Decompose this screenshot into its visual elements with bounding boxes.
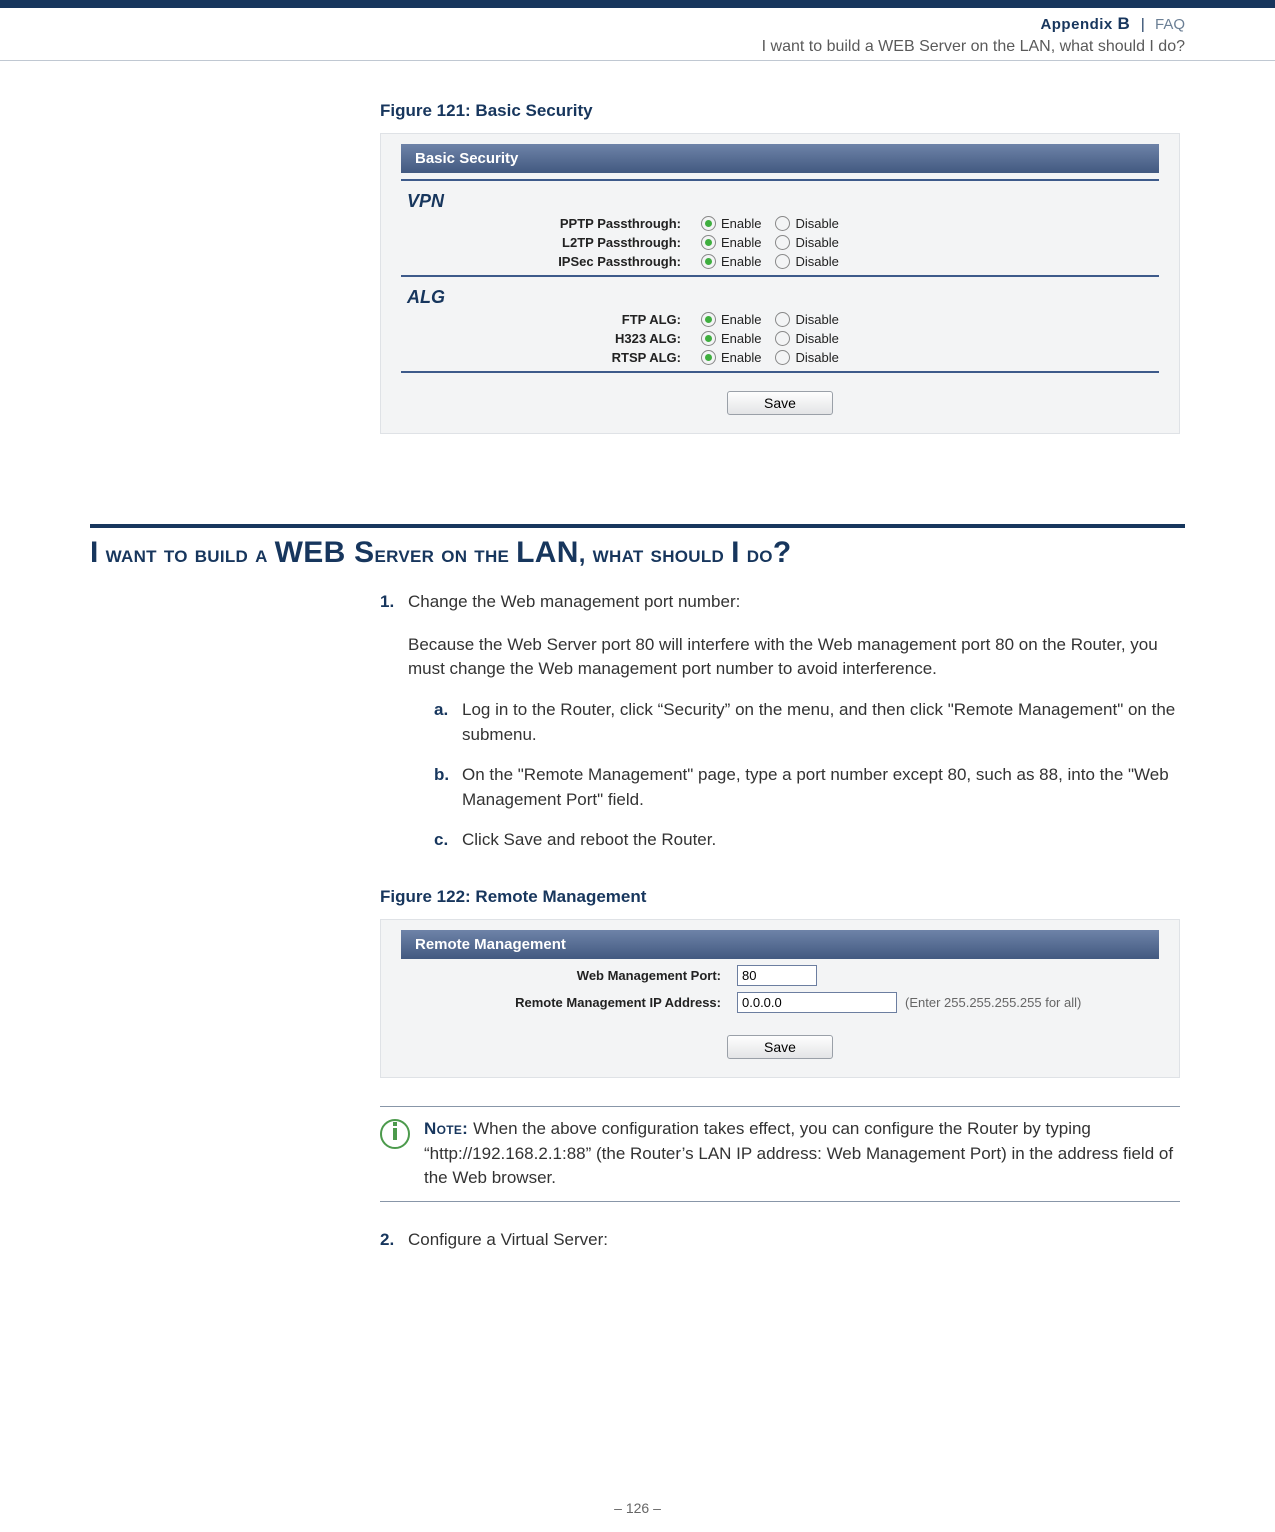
vpn-heading: VPN <box>407 191 1179 212</box>
radio-icon <box>775 312 790 327</box>
note-block: Note: When the above configuration takes… <box>380 1106 1180 1202</box>
ftp-disable-radio[interactable]: Disable <box>775 312 838 327</box>
row-remote-ip: Remote Management IP Address: (Enter 255… <box>381 992 1179 1013</box>
l2tp-disable-radio[interactable]: Disable <box>775 235 838 250</box>
radio-icon <box>701 312 716 327</box>
l2tp-enable-radio[interactable]: Enable <box>701 235 761 250</box>
step-1: 1. Change the Web management port number… <box>380 590 1185 869</box>
step-1a: a. Log in to the Router, click “Security… <box>434 698 1185 747</box>
note-text: When the above configuration takes effec… <box>424 1119 1173 1187</box>
note-label: Note: <box>424 1119 473 1138</box>
page-number: – 126 – <box>0 1500 1275 1516</box>
figure-122-caption: Figure 122: Remote Management <box>380 887 1185 907</box>
panel2-title: Remote Management <box>401 930 1159 959</box>
step-1c: c. Click Save and reboot the Router. <box>434 828 1185 853</box>
row-pptp: PPTP Passthrough: Enable Disable <box>381 216 1179 231</box>
radio-icon <box>775 235 790 250</box>
h323-disable-radio[interactable]: Disable <box>775 331 838 346</box>
basic-security-panel: Basic Security VPN PPTP Passthrough: Ena… <box>380 133 1180 434</box>
step-1-lead: Change the Web management port number: <box>408 590 1185 615</box>
radio-icon <box>701 331 716 346</box>
radio-icon <box>775 331 790 346</box>
pptp-enable-radio[interactable]: Enable <box>701 216 761 231</box>
running-subtitle: I want to build a WEB Server on the LAN,… <box>0 38 1275 60</box>
pptp-label: PPTP Passthrough: <box>381 216 701 231</box>
row-rtsp: RTSP ALG: Enable Disable <box>381 350 1179 365</box>
faq-label: FAQ <box>1155 16 1185 33</box>
radio-icon <box>701 216 716 231</box>
step-1c-letter: c. <box>434 828 462 853</box>
radio-icon <box>701 254 716 269</box>
row-ipsec: IPSec Passthrough: Enable Disable <box>381 254 1179 269</box>
panel-rule <box>401 179 1159 181</box>
step-2-lead: Configure a Virtual Server: <box>408 1228 1185 1253</box>
section-rule <box>90 524 1185 528</box>
step-1-body: Because the Web Server port 80 will inte… <box>408 633 1185 682</box>
top-bar <box>0 0 1275 8</box>
section-heading: I want to build a WEB Server on the LAN,… <box>90 536 1185 570</box>
step-2: 2. Configure a Virtual Server: <box>380 1228 1185 1253</box>
ipsec-label: IPSec Passthrough: <box>381 254 701 269</box>
separator: | <box>1141 16 1145 33</box>
appendix-label: Appendix <box>1040 16 1112 33</box>
panel-rule <box>401 371 1159 373</box>
ipsec-disable-radio[interactable]: Disable <box>775 254 838 269</box>
web-port-label: Web Management Port: <box>381 968 737 983</box>
ftp-enable-radio[interactable]: Enable <box>701 312 761 327</box>
step-1a-letter: a. <box>434 698 462 747</box>
step-1b-text: On the "Remote Management" page, type a … <box>462 763 1185 812</box>
remote-management-panel: Remote Management Web Management Port: R… <box>380 919 1180 1078</box>
radio-icon <box>701 235 716 250</box>
row-ftp: FTP ALG: Enable Disable <box>381 312 1179 327</box>
h323-label: H323 ALG: <box>381 331 701 346</box>
alg-heading: ALG <box>407 287 1179 308</box>
h323-enable-radio[interactable]: Enable <box>701 331 761 346</box>
step-1-number: 1. <box>380 590 408 869</box>
step-1a-text: Log in to the Router, click “Security” o… <box>462 698 1185 747</box>
figure-121-caption: Figure 121: Basic Security <box>380 101 1185 121</box>
remote-ip-hint: (Enter 255.255.255.255 for all) <box>905 995 1081 1010</box>
rtsp-label: RTSP ALG: <box>381 350 701 365</box>
save-button[interactable]: Save <box>727 391 833 415</box>
appendix-letter: B <box>1117 14 1130 33</box>
l2tp-label: L2TP Passthrough: <box>381 235 701 250</box>
pptp-disable-radio[interactable]: Disable <box>775 216 838 231</box>
radio-icon <box>701 350 716 365</box>
header-rule <box>0 60 1275 61</box>
rtsp-enable-radio[interactable]: Enable <box>701 350 761 365</box>
radio-icon <box>775 216 790 231</box>
ipsec-enable-radio[interactable]: Enable <box>701 254 761 269</box>
radio-icon <box>775 350 790 365</box>
info-icon <box>380 1119 410 1149</box>
panel-title: Basic Security <box>401 144 1159 173</box>
row-h323: H323 ALG: Enable Disable <box>381 331 1179 346</box>
row-web-port: Web Management Port: <box>381 965 1179 986</box>
step-1c-text: Click Save and reboot the Router. <box>462 828 1185 853</box>
running-head: Appendix B | FAQ <box>0 8 1275 38</box>
note-rule <box>380 1201 1180 1202</box>
step-2-number: 2. <box>380 1228 408 1253</box>
radio-icon <box>775 254 790 269</box>
step-1b-letter: b. <box>434 763 462 812</box>
ftp-label: FTP ALG: <box>381 312 701 327</box>
remote-ip-input[interactable] <box>737 992 897 1013</box>
step-1b: b. On the "Remote Management" page, type… <box>434 763 1185 812</box>
web-port-input[interactable] <box>737 965 817 986</box>
row-l2tp: L2TP Passthrough: Enable Disable <box>381 235 1179 250</box>
panel-rule <box>401 275 1159 277</box>
remote-ip-label: Remote Management IP Address: <box>381 995 737 1010</box>
rtsp-disable-radio[interactable]: Disable <box>775 350 838 365</box>
save-button[interactable]: Save <box>727 1035 833 1059</box>
